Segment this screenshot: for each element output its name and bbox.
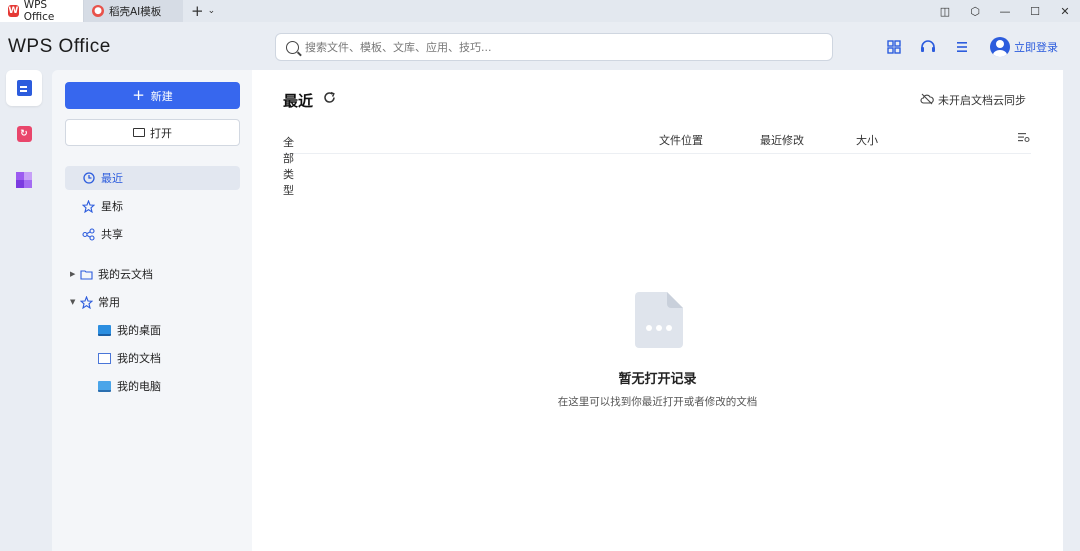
sidebar-item-recent[interactable]: 最近 xyxy=(65,166,240,190)
tab-docer-ai[interactable]: ● 稻壳AI模板 xyxy=(83,0,183,22)
layout-icon[interactable]: ◫ xyxy=(930,5,960,18)
refresh-icon[interactable] xyxy=(323,91,337,105)
column-size[interactable]: 大小 xyxy=(856,132,878,148)
tab-label: WPS Office xyxy=(23,0,55,23)
tab-label: 稻壳AI模板 xyxy=(109,5,162,18)
sidebar-item-my-computer[interactable]: 我的电脑 xyxy=(98,375,161,397)
folder-open-icon xyxy=(133,128,145,137)
sidebar: + 新建 打开 最近 星标 共享 ▶ 我的云文档 ▼ 常用 我的桌面 我的文档 … xyxy=(52,70,252,551)
sidebar-item-label: 我的文档 xyxy=(117,352,161,365)
pdf-icon: ↻ xyxy=(16,126,32,142)
column-settings-icon[interactable] xyxy=(1017,132,1030,146)
empty-state-description: 在这里可以找到你最近打开或者修改的文档 xyxy=(557,396,758,408)
cloud-off-icon xyxy=(920,93,934,108)
tab-wps-office[interactable]: W WPS Office xyxy=(0,0,83,23)
sidebar-item-my-documents[interactable]: 我的文档 xyxy=(98,347,161,369)
tab-dropdown-icon[interactable]: ⌄ xyxy=(208,6,216,16)
empty-state-title: 暂无打开记录 xyxy=(618,372,697,387)
rail-apps[interactable] xyxy=(6,162,42,198)
login-button[interactable]: 立即登录 xyxy=(990,37,1058,57)
sidebar-item-label: 最近 xyxy=(101,172,123,185)
sidebar-item-desktop[interactable]: 我的桌面 xyxy=(98,319,161,341)
new-tab-button[interactable]: + xyxy=(191,0,204,22)
headset-icon[interactable] xyxy=(918,37,938,57)
docer-icon: ● xyxy=(92,5,104,17)
desktop-icon xyxy=(98,324,111,336)
header-icons xyxy=(884,37,972,57)
empty-file-icon xyxy=(635,292,683,348)
header: WPS Office 立即登录 xyxy=(0,22,1080,70)
cloud-sync-status[interactable]: 未开启文档云同步 xyxy=(920,92,1026,108)
sidebar-item-shared[interactable]: 共享 xyxy=(65,222,240,246)
document-icon xyxy=(16,80,32,96)
plus-icon: + xyxy=(132,86,145,104)
tree-item-cloud-docs[interactable]: ▶ 我的云文档 xyxy=(70,263,153,285)
sidebar-item-starred[interactable]: 星标 xyxy=(65,194,240,218)
sidebar-item-label: 我的桌面 xyxy=(117,324,161,337)
open-button[interactable]: 打开 xyxy=(65,119,240,146)
column-location[interactable]: 文件位置 xyxy=(659,132,703,148)
sidebar-item-label: 我的电脑 xyxy=(117,380,161,393)
table-header: 全部类型 ⌄ 文件位置 最近修改 大小 xyxy=(283,130,1031,197)
chevron-right-icon[interactable]: ▶ xyxy=(70,270,80,278)
grid-icon[interactable] xyxy=(884,37,904,57)
search-box[interactable] xyxy=(275,33,833,61)
chevron-down-icon[interactable]: ▼ xyxy=(70,298,80,306)
avatar-icon xyxy=(990,37,1010,57)
column-modified[interactable]: 最近修改 xyxy=(760,132,804,148)
rail-pdf[interactable]: ↻ xyxy=(6,116,42,152)
star-icon xyxy=(82,199,95,213)
apps-icon xyxy=(16,172,32,188)
main-panel: 最近 未开启文档云同步 全部类型 ⌄ 文件位置 最近修改 大小 暂无打开记录 在… xyxy=(252,70,1063,551)
open-label: 打开 xyxy=(150,126,172,140)
wps-logo-icon: W xyxy=(8,5,19,17)
chevron-down-icon: ⌄ xyxy=(286,134,294,144)
rail-documents[interactable] xyxy=(6,70,42,106)
tree-item-label: 常用 xyxy=(98,296,120,309)
maximize-button[interactable]: ☐ xyxy=(1020,5,1050,18)
new-label: 新建 xyxy=(150,89,173,103)
sidebar-item-label: 星标 xyxy=(101,200,123,213)
tree-item-common[interactable]: ▼ 常用 xyxy=(70,291,120,313)
minimize-button[interactable]: — xyxy=(990,5,1020,18)
new-button[interactable]: + 新建 xyxy=(65,82,240,109)
search-input[interactable] xyxy=(305,40,805,54)
cloud-sync-label: 未开启文档云同步 xyxy=(938,94,1026,107)
documents-icon xyxy=(98,352,111,364)
search-icon xyxy=(286,40,299,54)
close-button[interactable]: ✕ xyxy=(1050,5,1080,18)
menu-icon[interactable] xyxy=(952,37,972,57)
title-bar: W WPS Office ● 稻壳AI模板 + ⌄ ◫ ⬡ — ☐ ✕ xyxy=(0,0,1080,23)
computer-icon xyxy=(98,380,111,392)
share-icon xyxy=(82,227,95,241)
sidebar-item-label: 共享 xyxy=(101,228,123,241)
clock-icon xyxy=(82,172,95,185)
tree-item-label: 我的云文档 xyxy=(98,268,153,281)
pin-star-icon xyxy=(80,295,93,309)
app-rail: ↻ xyxy=(0,70,48,551)
folder-icon xyxy=(80,268,93,280)
login-label: 立即登录 xyxy=(1014,41,1058,54)
brand-logo: WPS Office xyxy=(8,36,111,57)
skin-icon[interactable]: ⬡ xyxy=(960,5,990,18)
window-controls: ◫ ⬡ — ☐ ✕ xyxy=(930,0,1080,22)
window-edge xyxy=(1063,70,1080,551)
page-title: 最近 xyxy=(283,92,314,110)
